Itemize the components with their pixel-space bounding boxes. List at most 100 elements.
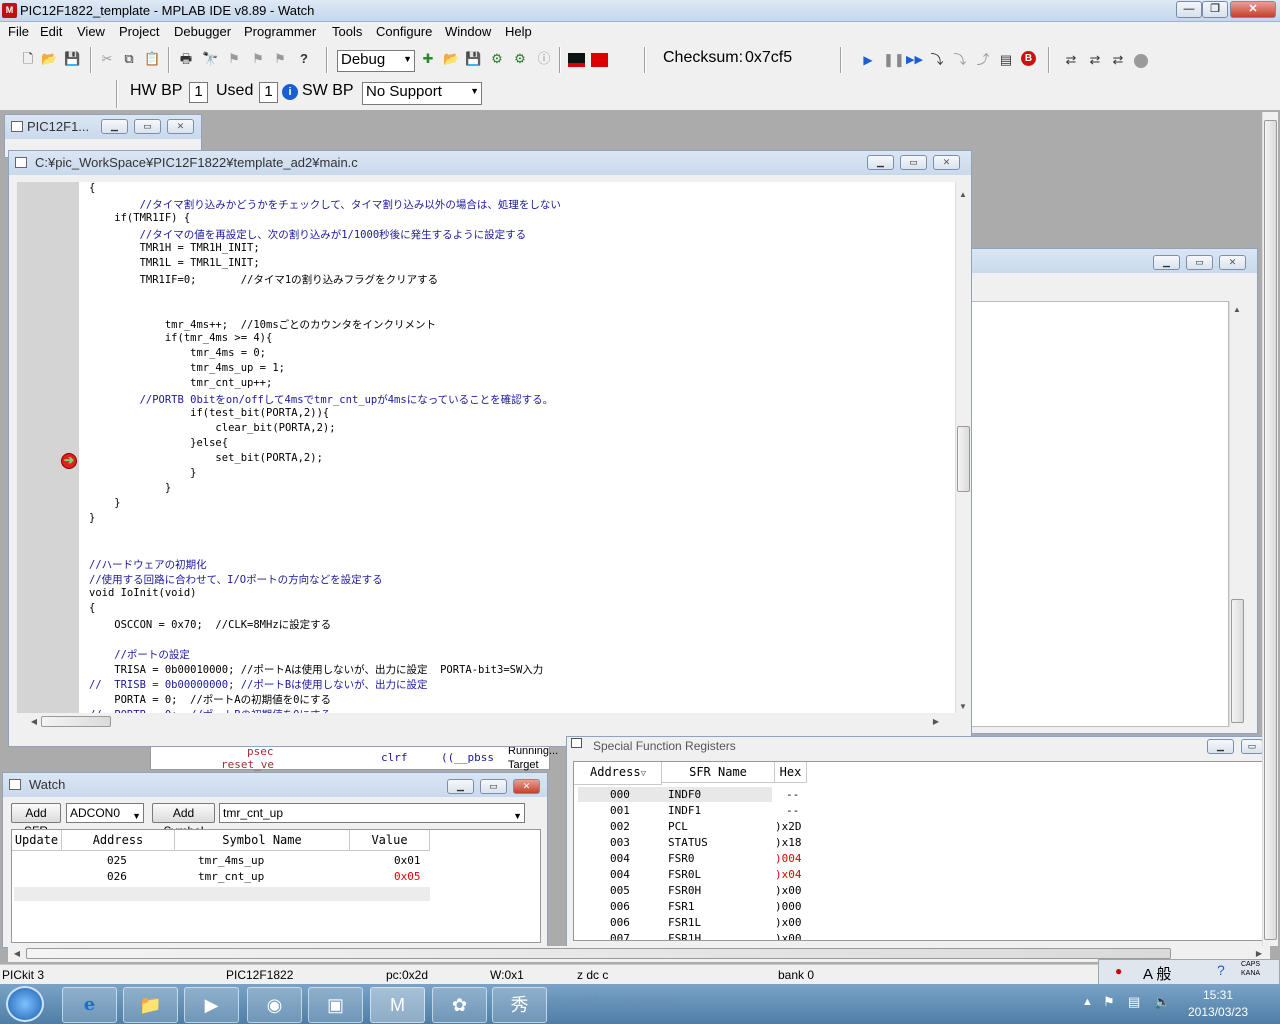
- breakpoints-icon[interactable]: B: [1021, 51, 1036, 66]
- network-icon[interactable]: ▤: [1128, 994, 1140, 1010]
- scroll-thumb[interactable]: [957, 426, 970, 492]
- minimize-button[interactable]: ▁: [101, 119, 128, 134]
- scroll-thumb[interactable]: [41, 716, 111, 727]
- watch-value-cell[interactable]: 0x05: [394, 870, 421, 883]
- help-icon[interactable]: ?: [296, 51, 312, 67]
- scroll-thumb[interactable]: [1231, 599, 1244, 723]
- remote-desktop-icon[interactable]: ▣: [308, 987, 363, 1023]
- sfr-hex-cell[interactable]: --: [786, 788, 799, 801]
- scroll-left-icon[interactable]: ◀: [10, 949, 24, 958]
- sfr-hex-cell[interactable]: )x00: [775, 884, 802, 897]
- menu-project[interactable]: Project: [119, 24, 159, 39]
- copy-icon[interactable]: ⧉: [121, 51, 137, 67]
- code-line[interactable]: TMR1H = TMR1H_INIT;: [89, 242, 260, 257]
- maximize-button[interactable]: ❐: [1202, 1, 1228, 18]
- close-button[interactable]: ✕: [1230, 1, 1276, 18]
- watch-symbol-cell[interactable]: tmr_cnt_up: [198, 870, 264, 883]
- step-into-icon[interactable]: ⤵: [929, 52, 945, 68]
- column-header-hex[interactable]: Hex: [775, 762, 807, 783]
- halt-icon[interactable]: ❚❚: [883, 52, 905, 68]
- menu-window[interactable]: Window: [445, 24, 491, 39]
- menu-programmer[interactable]: Programmer: [244, 24, 316, 39]
- code-line[interactable]: TRISA = 0b00010000; //ポートAは使用しないが、出力に設定 …: [89, 662, 543, 677]
- reset-icon[interactable]: ▤: [998, 52, 1014, 68]
- code-line[interactable]: OSCCON = 0x70; //CLK=8MHzに設定する: [89, 617, 331, 632]
- watch-value-cell[interactable]: 0x01: [394, 854, 421, 867]
- build-icon[interactable]: ⚙: [489, 51, 505, 67]
- sfr-name-cell[interactable]: STATUS: [668, 836, 708, 849]
- code-line[interactable]: PORTA = 0; //ポートAの初期値を0にする: [89, 692, 331, 707]
- code-line[interactable]: TMR1L = TMR1L_INIT;: [89, 257, 260, 272]
- sfr-hex-cell[interactable]: )004: [775, 852, 802, 865]
- bookmark-icon[interactable]: ⚑: [226, 51, 242, 67]
- code-line[interactable]: //タイマ割り込みかどうかをチェックして、タイマ割り込み以外の場合は、処理をしな…: [89, 197, 561, 212]
- code-line[interactable]: tmr_cnt_up++;: [89, 377, 272, 392]
- ime-icon[interactable]: ●: [1115, 964, 1122, 978]
- editor-horizontal-scrollbar[interactable]: ◀ ▶: [25, 715, 947, 729]
- build-all-icon[interactable]: ⚙: [512, 51, 528, 67]
- output-vertical-scrollbar[interactable]: ▲: [1229, 301, 1245, 727]
- info-icon[interactable]: ⓘ: [536, 51, 552, 67]
- scroll-right-icon[interactable]: ▶: [1252, 949, 1266, 958]
- volume-icon[interactable]: 🔈: [1154, 994, 1170, 1010]
- sfr-name-cell[interactable]: FSR1: [668, 900, 695, 913]
- program-target-icon[interactable]: ⇄: [1063, 52, 1079, 68]
- column-header-sfr-name[interactable]: SFR Name: [662, 762, 775, 783]
- close-button[interactable]: ✕: [513, 779, 540, 794]
- column-header-symbol-name[interactable]: Symbol Name: [175, 830, 350, 851]
- new-file-icon[interactable]: 🗋: [20, 51, 36, 67]
- code-line[interactable]: tmr_4ms = 0;: [89, 347, 266, 362]
- sfr-name-cell[interactable]: FSR1L: [668, 916, 701, 929]
- scroll-right-icon[interactable]: ▶: [929, 717, 943, 726]
- code-line[interactable]: }: [89, 497, 120, 512]
- chrome-icon[interactable]: ◉: [247, 987, 302, 1023]
- mdi-vertical-scrollbar[interactable]: [1262, 112, 1278, 946]
- sfr-name-cell[interactable]: FSR0H: [668, 884, 701, 897]
- code-line[interactable]: if(test_bit(PORTA,2)){: [89, 407, 329, 422]
- scroll-up-icon[interactable]: ▲: [956, 190, 970, 199]
- scroll-up-icon[interactable]: ▲: [1230, 305, 1244, 314]
- sfr-name-cell[interactable]: INDF0: [668, 788, 701, 801]
- sw-bp-select[interactable]: No Support ▼: [362, 82, 482, 105]
- sfr-name-cell[interactable]: PCL: [668, 820, 688, 833]
- minimize-button[interactable]: ▁: [447, 779, 474, 794]
- add-sfr-button[interactable]: Add SFR: [11, 803, 61, 838]
- help-icon[interactable]: ?: [1217, 962, 1225, 978]
- sfr-hex-cell[interactable]: )x2D: [775, 820, 802, 833]
- paste-icon[interactable]: 📋: [144, 51, 160, 67]
- editor-vertical-scrollbar[interactable]: ▲ ▼: [955, 182, 971, 713]
- mdi-horizontal-scrollbar[interactable]: ◀ ▶: [8, 946, 1270, 962]
- code-line[interactable]: TMR1IF=0; //タイマ1の割り込みフラグをクリアする: [89, 272, 439, 287]
- output-text-area[interactable]: [951, 301, 1229, 727]
- hidemaru-editor-icon[interactable]: 秀: [492, 987, 547, 1023]
- code-line[interactable]: //PORTB 0bitをon/offして4msでtmr_cnt_upが4msに…: [89, 392, 554, 407]
- action-center-icon[interactable]: ⚑: [1103, 994, 1115, 1010]
- save-icon[interactable]: 💾: [64, 51, 80, 67]
- code-line[interactable]: }: [89, 512, 95, 527]
- minimize-button[interactable]: ▁: [1153, 255, 1180, 270]
- column-header-update[interactable]: Update: [12, 830, 62, 851]
- animate-icon[interactable]: ▶▶: [906, 52, 923, 68]
- code-line[interactable]: }else{: [89, 437, 228, 452]
- code-line[interactable]: //ハードウェアの初期化: [89, 557, 207, 572]
- menu-edit[interactable]: Edit: [40, 24, 62, 39]
- watch-window[interactable]: Watch ▁ ▭ ✕ Add SFR ADCON0 ▼ Add Symbol t…: [2, 772, 548, 948]
- column-header-address[interactable]: Address▽: [574, 762, 662, 785]
- close-button[interactable]: ✕: [1219, 255, 1246, 270]
- menu-view[interactable]: View: [77, 24, 105, 39]
- scroll-left-icon[interactable]: ◀: [27, 717, 41, 726]
- code-line[interactable]: tmr_4ms_up = 1;: [89, 362, 285, 377]
- sfr-name-cell[interactable]: FSR0L: [668, 868, 701, 881]
- code-line[interactable]: // PORTB = 0; //ポートBの初期値を0にする: [89, 707, 331, 713]
- sfr-hex-cell[interactable]: )x00: [775, 916, 802, 929]
- code-line[interactable]: if(TMR1IF) {: [89, 212, 190, 227]
- maximize-button[interactable]: ▭: [480, 779, 507, 794]
- code-line[interactable]: {: [89, 602, 95, 617]
- sfr-hex-cell[interactable]: --: [786, 804, 799, 817]
- maximize-button[interactable]: ▭: [900, 155, 927, 170]
- sfr-name-cell[interactable]: FSR1H: [668, 932, 701, 940]
- show-hidden-icons-icon[interactable]: ▲: [1082, 996, 1093, 1008]
- scroll-thumb[interactable]: [26, 948, 1171, 959]
- close-button[interactable]: ✕: [933, 155, 960, 170]
- sfr-hex-cell[interactable]: )000: [775, 900, 802, 913]
